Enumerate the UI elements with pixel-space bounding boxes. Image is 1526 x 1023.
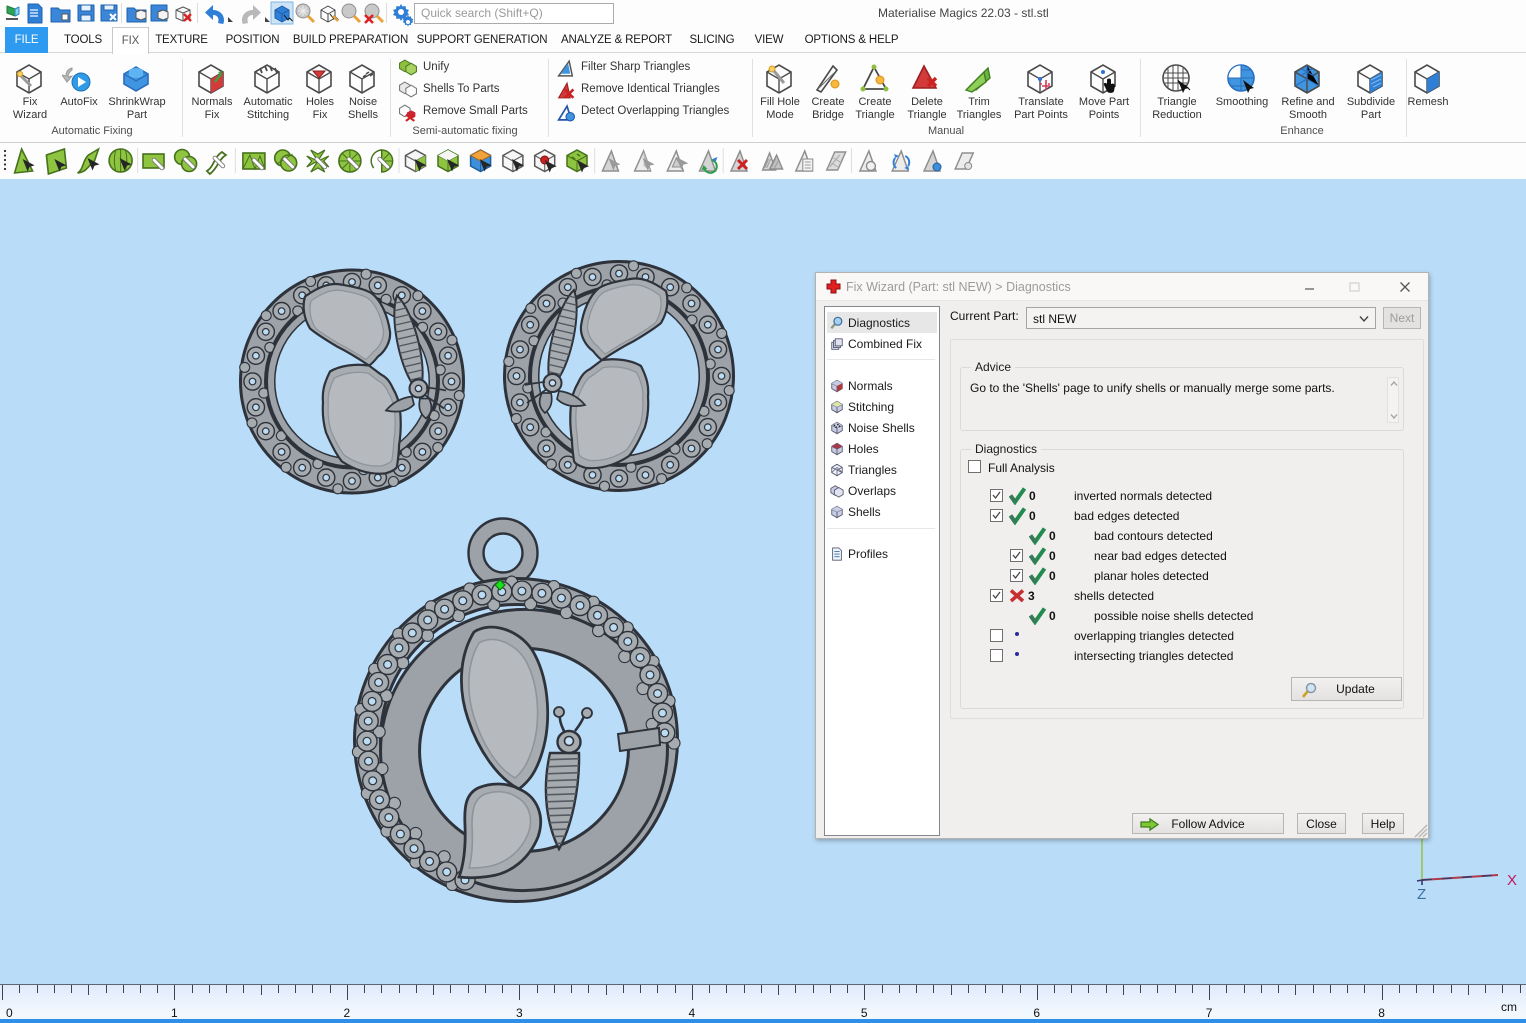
- svg-text:X: X: [1507, 872, 1517, 889]
- svg-text:Z: Z: [1417, 886, 1426, 903]
